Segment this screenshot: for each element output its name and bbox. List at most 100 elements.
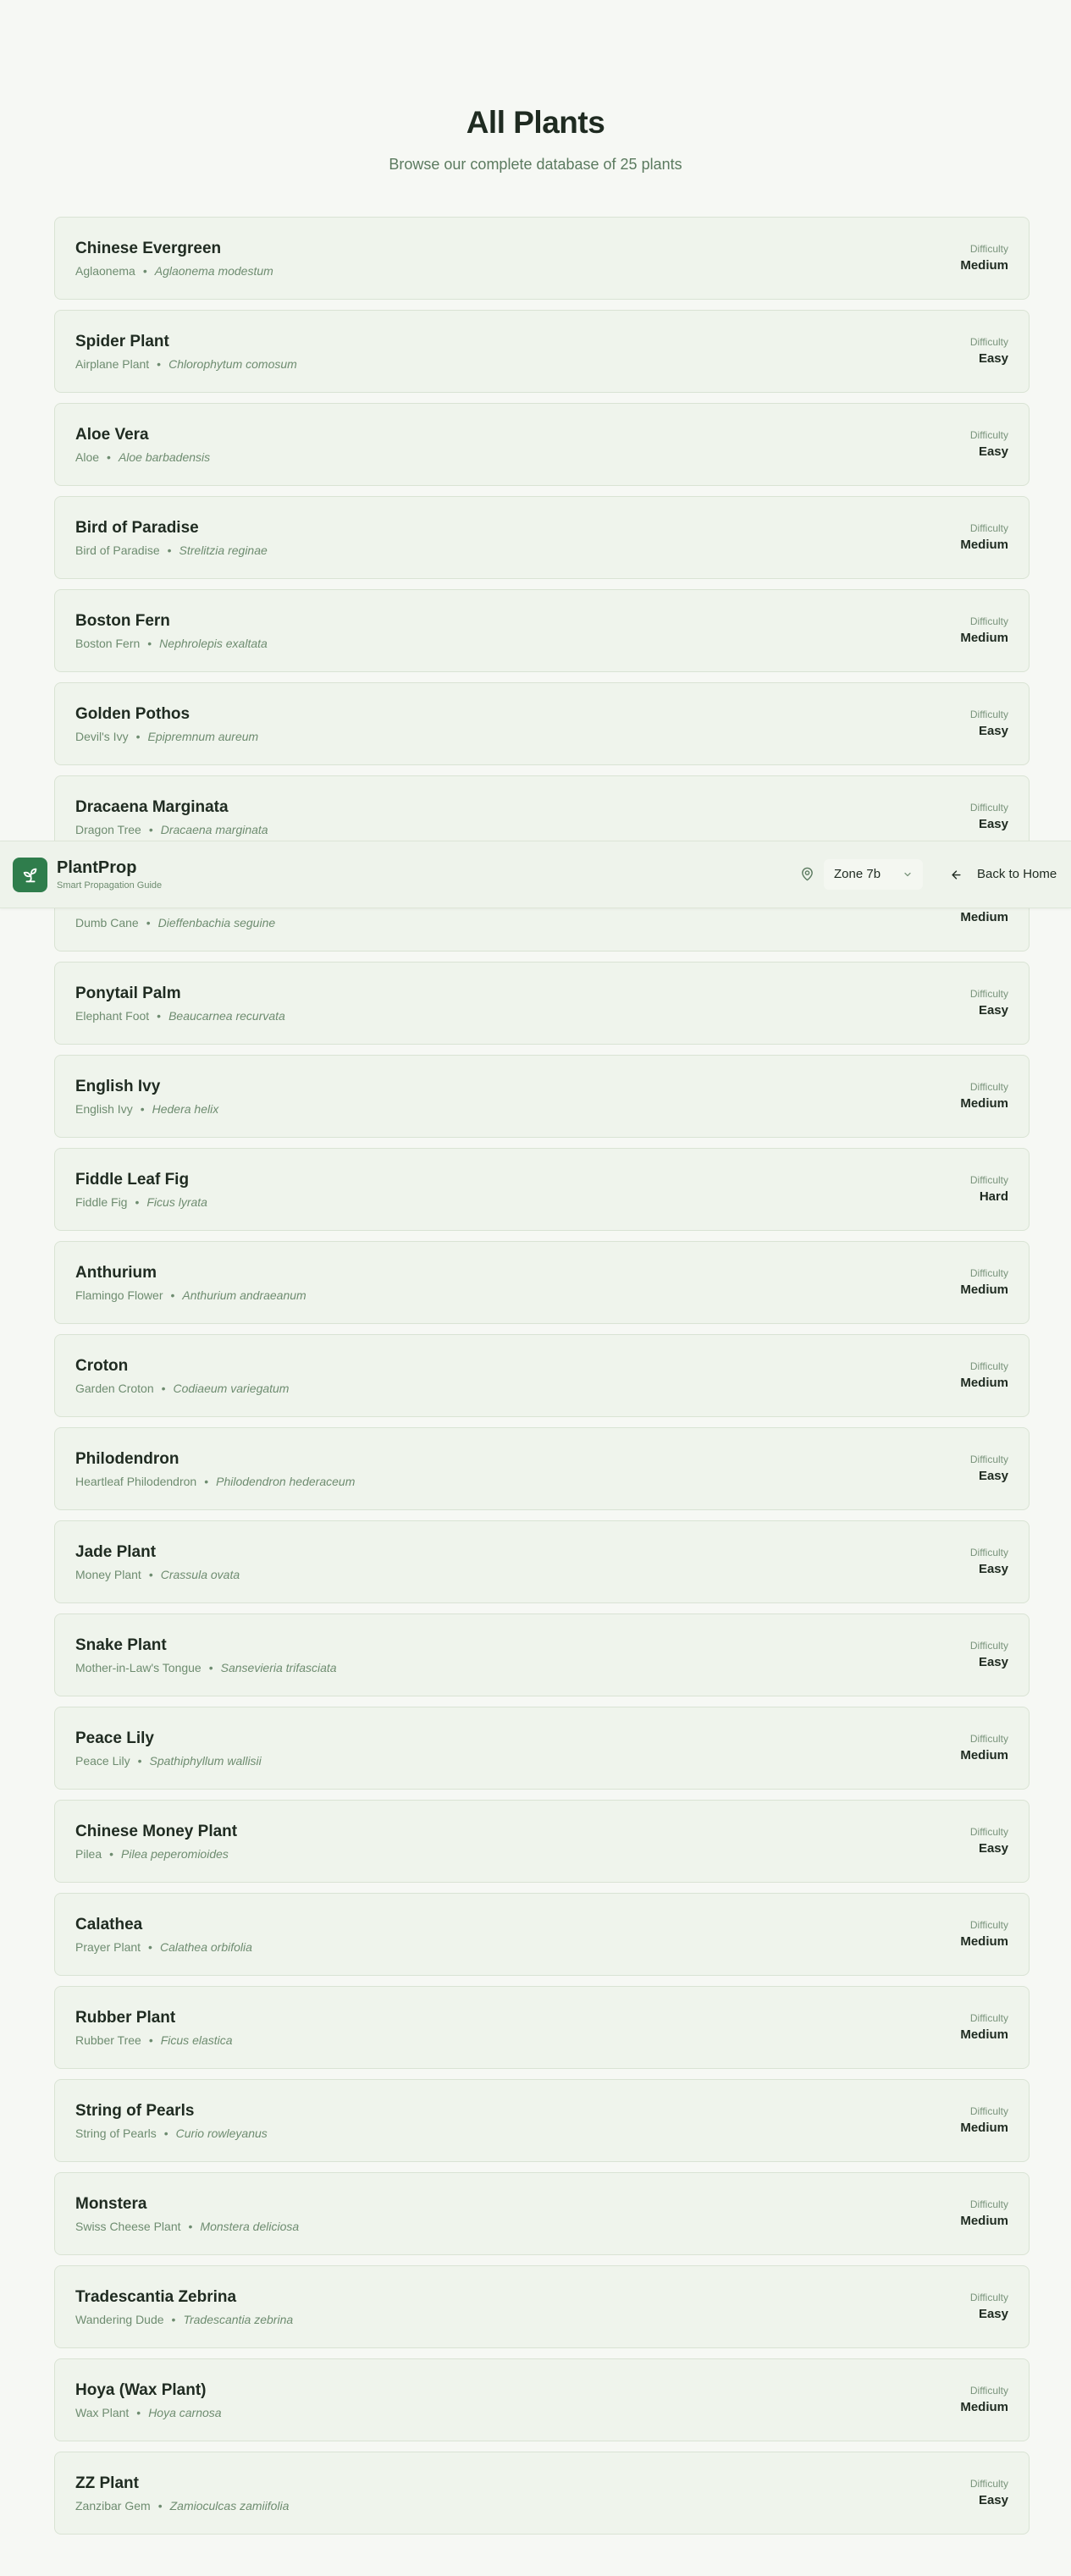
plant-card[interactable]: Tradescantia Zebrina Wandering Dude • Trade… <box>54 2265 1030 2348</box>
plant-names-line: Aglaonema • Aglaonema modestum <box>75 264 273 278</box>
plant-names-line: Aloe • Aloe barbadensis <box>75 450 210 464</box>
separator-dot: • <box>170 1288 175 1302</box>
difficulty-label: Difficulty <box>969 709 1008 720</box>
difficulty-label: Difficulty <box>969 243 1008 255</box>
plant-names-line: Boston Fern • Nephrolepis exaltata <box>75 637 268 650</box>
plant-common-name: String of Pearls <box>75 2126 157 2140</box>
plant-name: Spider Plant <box>75 333 169 350</box>
plant-name: Rubber Plant <box>75 2009 176 2027</box>
plant-common-name: Heartleaf Philodendron <box>75 1475 197 1488</box>
difficulty-block: Difficulty Easy <box>970 1640 1008 1669</box>
plant-card[interactable]: English Ivy English Ivy • Hedera helix Diffi… <box>54 1055 1030 1138</box>
difficulty-value: Medium <box>960 2121 1008 2135</box>
separator-dot: • <box>204 1475 209 1488</box>
back-to-home-button[interactable]: Back to Home <box>941 859 1064 890</box>
difficulty-block: Difficulty Easy <box>970 802 1008 831</box>
plant-name: Dracaena Marginata <box>75 798 229 816</box>
plant-card[interactable]: Philodendron Heartleaf Philodendron • Philo… <box>54 1427 1030 1510</box>
plant-card[interactable]: Chinese Evergreen Aglaonema • Aglaonema mod… <box>54 217 1030 300</box>
separator-dot: • <box>171 2313 176 2326</box>
difficulty-value: Easy <box>978 1469 1008 1483</box>
plant-card[interactable]: Golden Pothos Devil's Ivy • Epipremnum aure… <box>54 682 1030 765</box>
difficulty-block: Difficulty Easy <box>970 1453 1008 1483</box>
difficulty-value: Medium <box>960 2027 1008 2042</box>
plant-name: String of Pearls <box>75 2102 195 2120</box>
difficulty-value: Medium <box>960 258 1008 273</box>
plant-card[interactable]: Chinese Money Plant Pilea • Pilea peperomio… <box>54 1800 1030 1883</box>
plant-card[interactable]: ZZ Plant Zanzibar Gem • Zamioculcas zamiifo… <box>54 2452 1030 2535</box>
difficulty-value: Easy <box>978 444 1008 459</box>
plant-card[interactable]: Croton Garden Croton • Codiaeum variegatum D… <box>54 1334 1030 1417</box>
plant-names-line: Fiddle Fig • Ficus lyrata <box>75 1195 207 1209</box>
plant-scientific-name: Sansevieria trifasciata <box>220 1661 337 1674</box>
sprout-icon <box>23 868 36 882</box>
plant-name: Chinese Evergreen <box>75 240 222 257</box>
separator-dot: • <box>148 2033 153 2047</box>
separator-dot: • <box>161 1382 166 1395</box>
plant-card[interactable]: Jade Plant Money Plant • Crassula ovata Diff… <box>54 1520 1030 1603</box>
plant-scientific-name: Ficus lyrata <box>146 1195 207 1209</box>
arrow-left-icon <box>952 870 961 880</box>
zone-select[interactable]: Zone 7b <box>824 859 923 890</box>
difficulty-value: Medium <box>960 2400 1008 2414</box>
difficulty-block: Difficulty Medium <box>960 2012 1008 2042</box>
plant-card[interactable]: Monstera Swiss Cheese Plant • Monstera deli… <box>54 2172 1030 2255</box>
plant-name: Calathea <box>75 1916 143 1933</box>
difficulty-label: Difficulty <box>969 1733 1008 1745</box>
plant-common-name: Mother-in-Law's Tongue <box>75 1661 202 1674</box>
separator-dot: • <box>148 823 153 836</box>
difficulty-label: Difficulty <box>969 2198 1008 2210</box>
plant-common-name: Rubber Tree <box>75 2033 141 2047</box>
plant-scientific-name: Strelitzia reginae <box>179 543 268 557</box>
difficulty-block: Difficulty Medium <box>960 2105 1008 2135</box>
difficulty-label: Difficulty <box>969 1081 1008 1093</box>
plant-names-line: Prayer Plant • Calathea orbifolia <box>75 1940 252 1954</box>
plant-card[interactable]: Fiddle Leaf Fig Fiddle Fig • Ficus lyrata Di… <box>54 1148 1030 1231</box>
plant-card[interactable]: Peace Lily Peace Lily • Spathiphyllum walli… <box>54 1707 1030 1790</box>
plant-scientific-name: Dieffenbachia seguine <box>157 916 276 929</box>
plant-common-name: Zanzibar Gem <box>75 2499 151 2513</box>
separator-dot: • <box>109 1847 114 1861</box>
plant-name: Snake Plant <box>75 1636 167 1654</box>
plant-card[interactable]: Anthurium Flamingo Flower • Anthurium andra… <box>54 1241 1030 1324</box>
plant-common-name: Aglaonema <box>75 264 135 278</box>
difficulty-label: Difficulty <box>969 429 1008 441</box>
plant-card[interactable]: Ponytail Palm Elephant Foot • Beaucarnea re… <box>54 962 1030 1045</box>
plant-card[interactable]: Spider Plant Airplane Plant • Chlorophytum … <box>54 310 1030 393</box>
separator-dot: • <box>147 637 152 650</box>
plant-name: Hoya (Wax Plant) <box>75 2381 207 2399</box>
plant-card[interactable]: Rubber Plant Rubber Tree • Ficus elastica Di… <box>54 1986 1030 2069</box>
difficulty-label: Difficulty <box>969 1547 1008 1558</box>
plant-common-name: Garden Croton <box>75 1382 154 1395</box>
difficulty-label: Difficulty <box>969 1453 1008 1465</box>
separator-dot: • <box>137 1754 142 1768</box>
plant-card[interactable]: Boston Fern Boston Fern • Nephrolepis exalt… <box>54 589 1030 672</box>
plant-scientific-name: Chlorophytum comosum <box>168 357 297 371</box>
back-to-home-label: Back to Home <box>977 867 1057 881</box>
difficulty-block: Difficulty Hard <box>970 1174 1008 1204</box>
logo[interactable] <box>13 858 47 892</box>
plant-card[interactable]: String of Pearls String of Pearls • Curio r… <box>54 2079 1030 2162</box>
difficulty-value: Easy <box>978 1003 1008 1018</box>
difficulty-block: Difficulty Easy <box>970 336 1008 366</box>
zone-select-value: Zone 7b <box>834 867 881 881</box>
plant-card[interactable]: Snake Plant Mother-in-Law's Tongue • Sansev… <box>54 1613 1030 1696</box>
difficulty-block: Difficulty Easy <box>970 709 1008 738</box>
plant-names-line: Flamingo Flower • Anthurium andraeanum <box>75 1288 306 1302</box>
plant-scientific-name: Tradescantia zebrina <box>183 2313 294 2326</box>
difficulty-value: Easy <box>978 1841 1008 1856</box>
difficulty-block: Difficulty Easy <box>970 1547 1008 1576</box>
plant-scientific-name: Aglaonema modestum <box>154 264 273 278</box>
difficulty-value: Medium <box>960 2214 1008 2228</box>
plant-names-line: Zanzibar Gem • Zamioculcas zamiifolia <box>75 2499 289 2513</box>
plant-names-line: Wandering Dude • Tradescantia zebrina <box>75 2313 293 2326</box>
plant-card[interactable]: Aloe Vera Aloe • Aloe barbadensis Difficulty… <box>54 403 1030 486</box>
difficulty-block: Difficulty Medium <box>960 2385 1008 2414</box>
plant-card[interactable]: Calathea Prayer Plant • Calathea orbifolia D… <box>54 1893 1030 1976</box>
plant-scientific-name: Monstera deliciosa <box>200 2220 300 2233</box>
plant-card[interactable]: Bird of Paradise Bird of Paradise • Strelit… <box>54 496 1030 579</box>
plant-names-line: Bird of Paradise • Strelitzia reginae <box>75 543 268 557</box>
brand-name[interactable]: PlantProp <box>57 858 136 878</box>
plant-card[interactable]: Hoya (Wax Plant) Wax Plant • Hoya carnosa Di… <box>54 2358 1030 2441</box>
separator-dot: • <box>107 450 111 464</box>
